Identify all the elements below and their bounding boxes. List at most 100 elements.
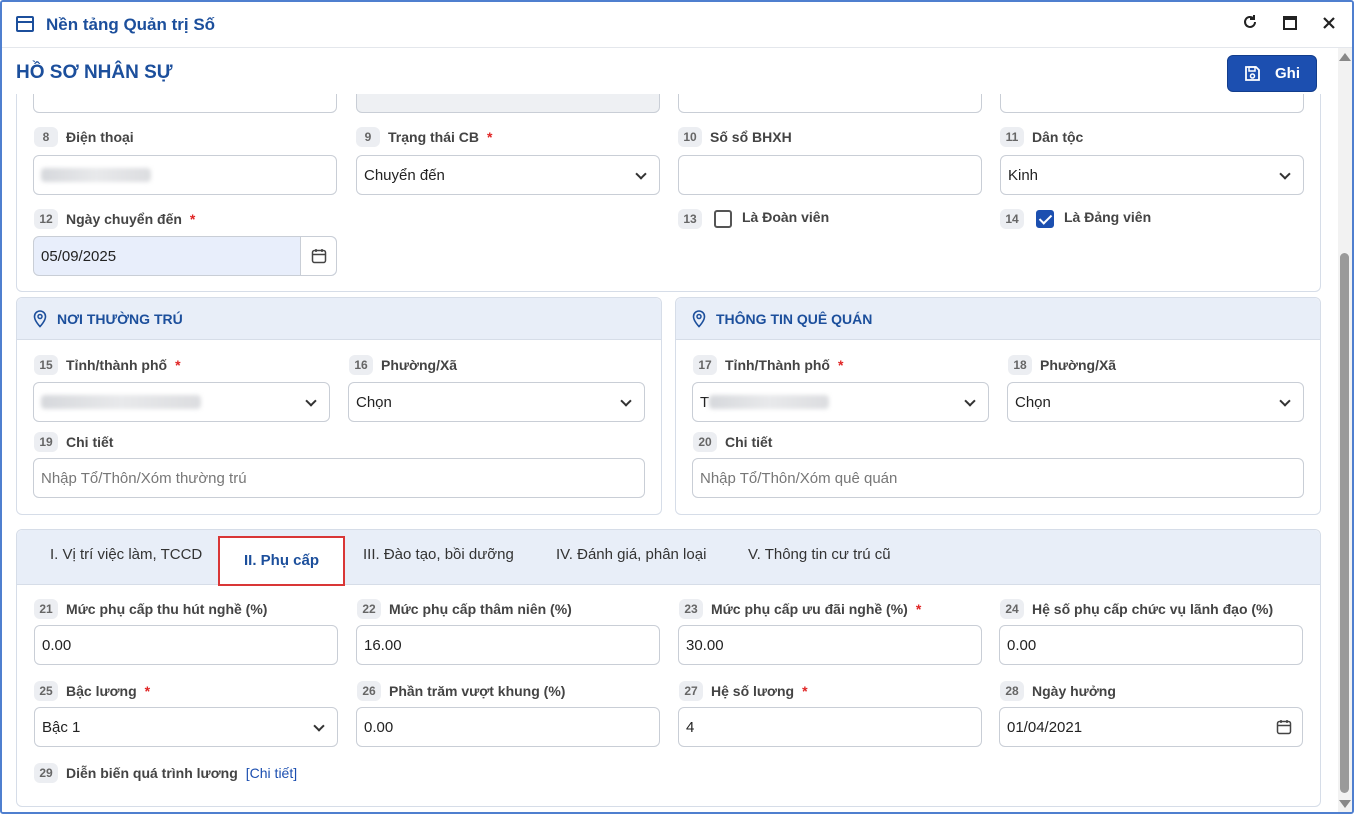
residence-detail-input[interactable]: Nhập Tổ/Thôn/Xóm thường trú <box>33 458 645 498</box>
required-mark: * <box>487 129 493 145</box>
select-value: Chọn <box>1015 393 1051 411</box>
required-mark: * <box>802 683 808 699</box>
tab-old-residence[interactable]: V. Thông tin cư trú cũ <box>748 546 891 563</box>
label-text: Hệ số phụ cấp chức vụ lãnh đạo (%) <box>1032 601 1274 617</box>
label-text: Mức phụ cấp thu hút nghề (%) <box>66 601 268 617</box>
tab-evaluation[interactable]: IV. Đánh giá, phân loại <box>556 546 706 563</box>
field-number: 8 <box>34 127 58 147</box>
label-text: Tỉnh/Thành phố <box>725 357 830 373</box>
field-number: 29 <box>34 763 58 783</box>
chevron-down-icon <box>964 395 976 407</box>
residence-ward-label: 16 Phường/Xã <box>349 355 457 375</box>
salary-history-detail-link[interactable]: [Chi tiết] <box>246 765 297 781</box>
scroll-down-arrow-icon[interactable] <box>1339 800 1351 808</box>
tab-allowance[interactable]: II. Phụ cấp <box>218 536 346 586</box>
field-number: 14 <box>1000 209 1024 229</box>
location-pin-icon <box>692 310 706 328</box>
hometown-panel-header: THÔNG TIN QUÊ QUÁN <box>676 298 1320 340</box>
preferential-allowance-input[interactable]: 30.00 <box>678 625 982 665</box>
field-number: 27 <box>679 681 703 701</box>
refresh-icon[interactable] <box>1239 14 1261 36</box>
hometown-panel-title: THÔNG TIN QUÊ QUÁN <box>716 311 873 327</box>
residence-panel-header: NƠI THƯỜNG TRÚ <box>17 298 661 340</box>
residence-province-select[interactable] <box>33 382 330 422</box>
tab-job-position[interactable]: I. Vị trí việc làm, TCCD <box>50 546 202 563</box>
field-number: 9 <box>356 127 380 147</box>
select-value: Bậc 1 <box>42 718 81 736</box>
residence-panel-title: NƠI THƯỜNG TRÚ <box>57 311 183 327</box>
hometown-province-select[interactable]: T <box>692 382 989 422</box>
date-value: 05/09/2025 <box>41 247 117 265</box>
salary-coefficient-label: 27 Hệ số lương * <box>679 681 808 701</box>
label-text: Ngày hưởng <box>1032 683 1116 699</box>
cutoff-input-2[interactable] <box>356 94 660 113</box>
field-number: 28 <box>1000 681 1024 701</box>
party-member-label: Là Đảng viên <box>1064 209 1152 225</box>
salary-grade-label: 25 Bậc lương * <box>34 681 150 701</box>
close-icon[interactable] <box>1318 14 1340 36</box>
ethnicity-select[interactable]: Kinh <box>1000 155 1304 195</box>
chevron-down-icon <box>635 168 647 180</box>
label-text: Phần trăm vượt khung (%) <box>389 683 566 699</box>
save-icon <box>1245 66 1260 81</box>
page-header: HỒ SƠ NHÂN SỰ Ghi <box>2 48 1338 94</box>
phone-label: 8 Điện thoại <box>34 127 134 147</box>
transfer-date-input[interactable]: 05/09/2025 <box>33 236 337 276</box>
redacted-value <box>709 395 830 409</box>
input-value: 30.00 <box>686 636 724 654</box>
input-value: 0.00 <box>1007 636 1037 654</box>
label-text: Chi tiết <box>725 434 773 450</box>
cutoff-input-4[interactable] <box>1000 94 1304 113</box>
attraction-allowance-input[interactable]: 0.00 <box>34 625 338 665</box>
label-text: Bậc lương <box>66 683 137 699</box>
cutoff-input-3[interactable] <box>678 94 982 113</box>
title-bar: Nền tảng Quản trị Số <box>2 2 1352 48</box>
hometown-detail-label: 20 Chi tiết <box>693 432 772 452</box>
insurance-book-input[interactable] <box>678 155 982 195</box>
scroll-thumb[interactable] <box>1340 253 1349 793</box>
calendar-icon[interactable] <box>300 237 336 275</box>
salary-coefficient-input[interactable]: 4 <box>678 707 982 747</box>
field-number: 10 <box>678 127 702 147</box>
save-button[interactable]: Ghi <box>1227 55 1317 92</box>
window-icon <box>16 16 34 32</box>
salary-grade-select[interactable]: Bậc 1 <box>34 707 338 747</box>
party-member-checkbox[interactable] <box>1036 210 1054 228</box>
app-window: Nền tảng Quản trị Số HỒ SƠ NHÂN SỰ Ghi 8… <box>0 0 1354 814</box>
required-mark: * <box>189 211 196 227</box>
input-value: 4 <box>686 718 695 736</box>
effective-date-input[interactable]: 01/04/2021 <box>999 707 1303 747</box>
label-text: Chi tiết <box>66 434 114 450</box>
vertical-scrollbar[interactable] <box>1338 48 1352 812</box>
chevron-down-icon <box>620 395 632 407</box>
field-number: 17 <box>693 355 717 375</box>
label-text: Dân tộc <box>1032 129 1084 145</box>
over-frame-percent-label: 26 Phần trăm vượt khung (%) <box>357 681 565 701</box>
youth-union-checkbox[interactable] <box>714 210 732 228</box>
hometown-ward-select[interactable]: Chọn <box>1007 382 1304 422</box>
calendar-icon[interactable] <box>1276 719 1292 735</box>
required-mark: * <box>837 357 844 373</box>
residence-province-label: 15 Tỉnh/thành phố * <box>34 355 181 375</box>
staff-status-select[interactable]: Chuyển đến <box>356 155 660 195</box>
cutoff-input-1[interactable] <box>33 94 337 113</box>
maximize-icon[interactable] <box>1279 14 1301 36</box>
ethnicity-label: 11 Dân tộc <box>1000 127 1083 147</box>
over-frame-percent-input[interactable]: 0.00 <box>356 707 660 747</box>
label-text: Phường/Xã <box>381 357 458 373</box>
label-text: Trạng thái CB <box>388 129 480 145</box>
select-value: Chọn <box>356 393 392 411</box>
hometown-ward-label: 18 Phường/Xã <box>1008 355 1116 375</box>
field-number: 19 <box>34 432 58 452</box>
tab-training[interactable]: III. Đào tạo, bồi dưỡng <box>363 546 514 563</box>
required-mark: * <box>144 683 151 699</box>
phone-input[interactable] <box>33 155 337 195</box>
scroll-up-arrow-icon[interactable] <box>1339 53 1351 61</box>
chevron-down-icon <box>313 720 325 732</box>
hometown-detail-input[interactable]: Nhập Tổ/Thôn/Xóm quê quán <box>692 458 1304 498</box>
residence-ward-select[interactable]: Chọn <box>348 382 645 422</box>
select-value: Chuyển đến <box>364 166 445 184</box>
tab-bar: I. Vị trí việc làm, TCCD II. Phụ cấp III… <box>17 530 1320 586</box>
seniority-allowance-input[interactable]: 16.00 <box>356 625 660 665</box>
leadership-allowance-input[interactable]: 0.00 <box>999 625 1303 665</box>
